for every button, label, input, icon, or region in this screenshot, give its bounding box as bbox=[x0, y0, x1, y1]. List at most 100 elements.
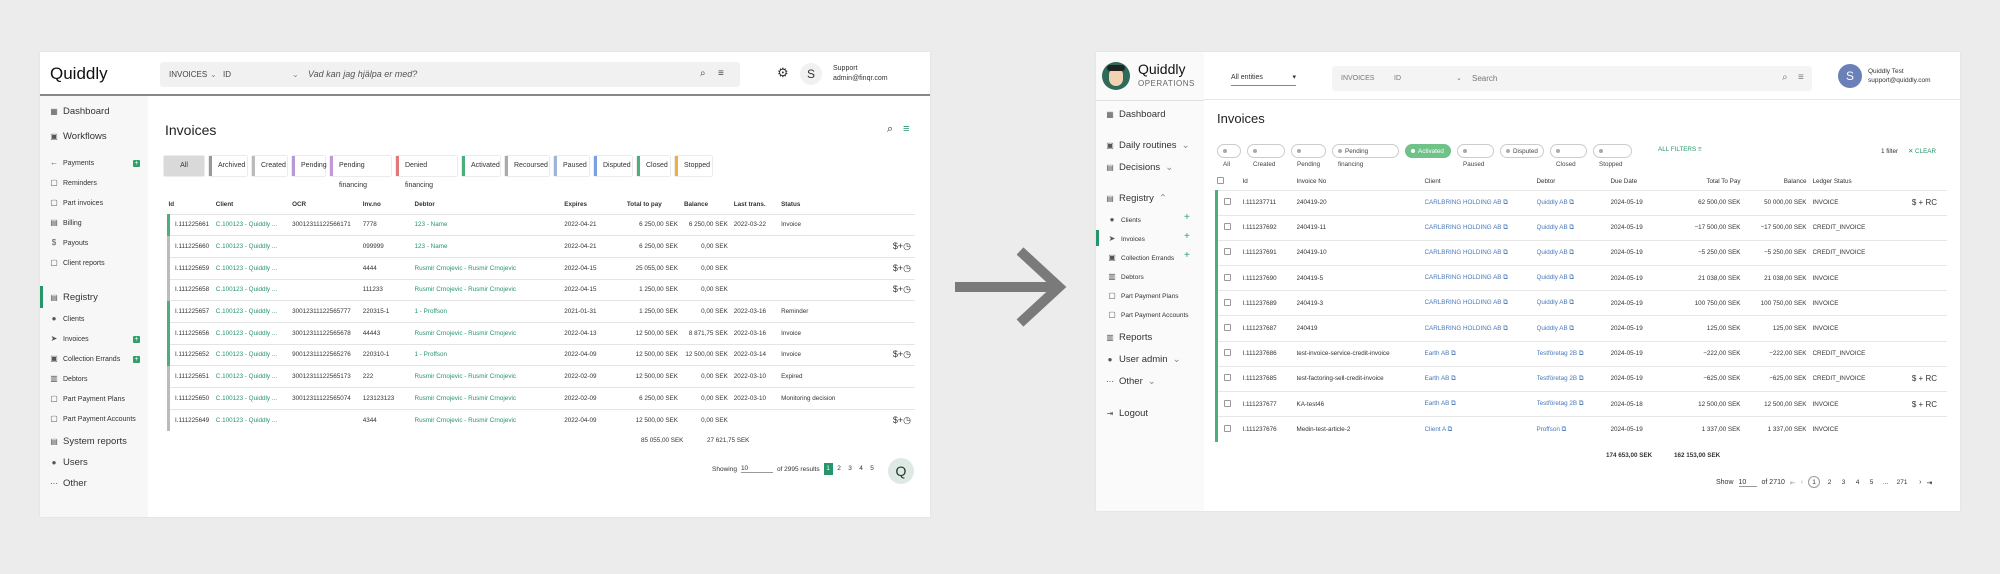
nav-payouts[interactable]: $ Payouts bbox=[50, 239, 89, 247]
row-actions[interactable] bbox=[892, 365, 915, 388]
chip-pending[interactable]: Pending bbox=[1291, 144, 1326, 168]
cell-debtor[interactable]: Rusmir Crnojevic - Rusmir Crnojevic bbox=[414, 321, 565, 345]
column-header[interactable]: Ledger Status bbox=[1813, 174, 1893, 190]
cell-debtor[interactable]: Proffson ⧉ bbox=[1536, 416, 1611, 442]
column-header[interactable]: Debtor bbox=[1537, 174, 1611, 190]
row-checkbox[interactable] bbox=[1215, 315, 1243, 342]
nav-invoices[interactable]: ➤ Invoices bbox=[1108, 235, 1145, 243]
page-button[interactable]: 1 bbox=[1808, 476, 1821, 488]
page-button[interactable]: 3 bbox=[1839, 477, 1848, 489]
cell-debtor[interactable]: Quiddly AB ⧉ bbox=[1536, 290, 1611, 316]
add-collection-icon[interactable]: + bbox=[1184, 250, 1190, 261]
cell-debtor[interactable]: Rusmir Crnojevic - Rusmir Crnojevic bbox=[414, 387, 565, 410]
nav-payments[interactable]: ← Payments bbox=[50, 159, 94, 167]
cell-client[interactable]: CARLBRING HOLDING AB ⧉ bbox=[1424, 214, 1537, 241]
table-row[interactable]: I.111237676 Medin-test-article-2 Client A … bbox=[1215, 416, 1947, 442]
table-row[interactable]: I.111225649 C.100123 - Quiddly ... 4344 Rus… bbox=[166, 408, 915, 431]
last-page-icon[interactable]: ⇥ bbox=[1926, 479, 1932, 487]
row-checkbox[interactable] bbox=[1215, 214, 1243, 241]
nav-clients[interactable]: ● Clients bbox=[50, 315, 85, 323]
nav-registry[interactable]: ▤ Registry bbox=[50, 292, 98, 303]
external-link-icon[interactable]: ⧉ bbox=[1501, 325, 1508, 332]
column-header[interactable]: OCR bbox=[292, 196, 363, 214]
filter-activated[interactable]: Activated bbox=[462, 156, 500, 176]
page-button[interactable]: 3 bbox=[846, 463, 855, 475]
table-row[interactable]: I.111225652 C.100123 - Quiddly ... 9001231… bbox=[166, 343, 915, 366]
cell-debtor[interactable]: 1 - Proffson bbox=[414, 343, 565, 366]
row-actions[interactable] bbox=[1892, 265, 1947, 291]
row-actions[interactable]: $ + RC bbox=[1892, 189, 1947, 216]
column-header[interactable]: Id bbox=[169, 196, 216, 214]
external-link-icon[interactable]: ⧉ bbox=[1568, 199, 1574, 206]
column-header[interactable]: Balance bbox=[1747, 174, 1813, 190]
avatar[interactable]: S bbox=[1838, 64, 1862, 88]
row-actions[interactable] bbox=[892, 387, 915, 410]
row-actions[interactable] bbox=[892, 321, 915, 345]
cell-client[interactable]: C.100123 - Quiddly ... bbox=[215, 365, 293, 388]
cell-client[interactable]: Client A ⧉ bbox=[1424, 416, 1537, 442]
cell-client[interactable]: C.100123 - Quiddly ... bbox=[215, 213, 293, 236]
table-row[interactable]: I.111225658 C.100123 - Quiddly ... 111233 R… bbox=[166, 278, 915, 301]
cell-client[interactable]: CARLBRING HOLDING AB ⧉ bbox=[1424, 189, 1537, 216]
cell-client[interactable]: C.100123 - Quiddly ... bbox=[215, 300, 293, 323]
row-actions[interactable] bbox=[1892, 340, 1947, 367]
column-header[interactable]: Client bbox=[216, 196, 292, 214]
cell-debtor[interactable]: Testföretag 2B ⧉ bbox=[1536, 390, 1611, 417]
page-button[interactable]: 4 bbox=[857, 463, 866, 475]
page-button[interactable]: 5 bbox=[868, 463, 877, 475]
row-checkbox[interactable] bbox=[1215, 239, 1243, 266]
row-actions[interactable] bbox=[1892, 315, 1947, 342]
search-type-select[interactable]: INVOICES bbox=[1341, 75, 1374, 82]
nav-billing[interactable]: ▤ Billing bbox=[50, 219, 81, 227]
column-header[interactable]: Total to pay bbox=[627, 196, 684, 214]
external-link-icon[interactable]: ⧉ bbox=[1501, 224, 1508, 231]
filter-icon[interactable]: ≡ bbox=[718, 68, 724, 79]
table-row[interactable]: I.111237686 test-invoice-service-credit-i… bbox=[1215, 340, 1947, 367]
row-checkbox[interactable] bbox=[1215, 340, 1243, 367]
column-header[interactable]: Client bbox=[1425, 174, 1537, 190]
column-header[interactable]: Debtor bbox=[415, 196, 565, 214]
row-actions[interactable]: $ + RC bbox=[1892, 365, 1947, 392]
nav-user-admin[interactable]: ● User admin ⌄ bbox=[1106, 354, 1181, 365]
nav-part-payment-plans[interactable]: ▢ Part Payment Plans bbox=[1108, 292, 1178, 300]
chip-all[interactable]: All bbox=[1217, 144, 1241, 168]
cell-debtor[interactable]: 123 - Name bbox=[414, 235, 565, 258]
external-link-icon[interactable]: ⧉ bbox=[1568, 325, 1574, 332]
nav-reminders[interactable]: ▢ Reminders bbox=[50, 179, 97, 187]
select-all-checkbox[interactable] bbox=[1216, 174, 1243, 190]
nav-system-reports[interactable]: ▤ System reports bbox=[50, 436, 127, 447]
search-icon[interactable]: ⌕ bbox=[1782, 72, 1788, 83]
clear-filters-button[interactable]: ✕ CLEAR bbox=[1908, 148, 1936, 155]
add-client-icon[interactable]: + bbox=[1184, 212, 1190, 223]
nav-other[interactable]: ⋯ Other bbox=[50, 478, 87, 489]
external-link-icon[interactable]: ⧉ bbox=[1501, 249, 1508, 256]
row-actions[interactable]: $+◷ bbox=[892, 343, 915, 366]
table-row[interactable]: I.111225659 C.100123 - Quiddly ... 4444 Rus… bbox=[166, 256, 915, 280]
cell-debtor[interactable]: Quiddly AB ⧉ bbox=[1536, 265, 1611, 291]
cell-client[interactable]: CARLBRING HOLDING AB ⧉ bbox=[1424, 290, 1537, 316]
chip-stopped[interactable]: Stopped bbox=[1593, 144, 1632, 168]
first-page-icon[interactable]: ⇤ bbox=[1790, 479, 1796, 487]
search-field-select[interactable]: ID bbox=[223, 70, 231, 79]
row-checkbox[interactable] bbox=[1215, 265, 1243, 291]
search-field-select[interactable]: ID bbox=[1394, 75, 1401, 82]
nav-part-payment-accounts[interactable]: ▢ Part Payment Accounts bbox=[50, 415, 136, 423]
filter-closed[interactable]: Closed bbox=[637, 156, 670, 176]
nav-logout[interactable]: ⇥ Logout bbox=[1106, 408, 1148, 419]
chip-disputed[interactable]: Disputed bbox=[1500, 144, 1544, 158]
search-bar[interactable]: INVOICES ID ⌄ Search ⌕ ≡ bbox=[1332, 66, 1812, 91]
search-input[interactable]: Vad kan jag hjälpa er med? bbox=[308, 69, 417, 79]
next-page-icon[interactable]: › bbox=[1919, 479, 1921, 486]
nav-decisions[interactable]: ▤ Decisions ⌄ bbox=[1106, 162, 1173, 173]
page-button[interactable]: 4 bbox=[1853, 477, 1862, 489]
row-actions[interactable] bbox=[892, 213, 915, 236]
chip-pending-financing[interactable]: Pending financing bbox=[1332, 144, 1399, 168]
filter-stopped[interactable]: Stopped bbox=[675, 156, 712, 176]
cell-debtor[interactable]: Quiddly AB ⧉ bbox=[1536, 315, 1611, 342]
table-row[interactable]: I.111237711 240419-20 CARLBRING HOLDING AB… bbox=[1215, 189, 1947, 216]
cell-client[interactable]: C.100123 - Quiddly ... bbox=[215, 278, 293, 301]
filter-all[interactable]: All bbox=[164, 156, 204, 176]
nav-part-payment-plans[interactable]: ▢ Part Payment Plans bbox=[50, 395, 125, 403]
external-link-icon[interactable]: ⧉ bbox=[1568, 249, 1574, 256]
table-row[interactable]: I.111237687 240419 CARLBRING HOLDING AB ⧉ Q… bbox=[1215, 315, 1947, 342]
